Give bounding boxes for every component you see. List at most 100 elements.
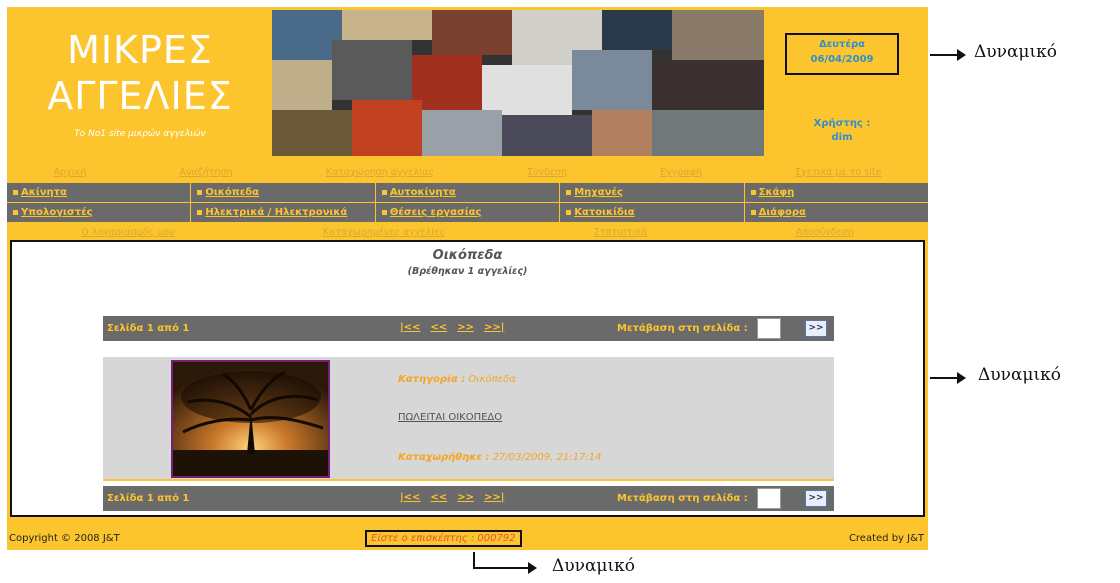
category-motorbikes[interactable]: Μηχανές (560, 183, 744, 202)
category-pets[interactable]: Κατοικίδια (560, 203, 744, 222)
site-frame: ΜΙΚΡΕΣ ΑΓΓΕΛΙΕΣ Το No1 site μικρών αγγελ… (7, 7, 929, 550)
pager-top: Σελίδα 1 από 1 |<< << >> >>| Μετάβαση στ… (103, 316, 834, 341)
nav-search[interactable]: Αναζήτηση (180, 167, 233, 178)
category-label: Θέσεις εργασίας (389, 207, 482, 218)
bullet-icon (13, 210, 18, 215)
prev-page-link[interactable]: << (430, 492, 447, 503)
category-boats[interactable]: Σκάφη (744, 183, 929, 202)
site-logo[interactable]: ΜΙΚΡΕΣ ΑΓΓΕΛΙΕΣ Το No1 site μικρών αγγελ… (25, 27, 255, 139)
annotation-top: Δυναμικό (974, 42, 1057, 62)
bullet-icon (381, 210, 387, 215)
visitor-counter: Είστε ο επισκέπτης : 000792 (365, 530, 522, 547)
logo-line1: ΜΙΚΡΕΣ (67, 28, 213, 72)
category-real-estate[interactable]: Ακίνητα (7, 183, 191, 202)
ad-listing: Κατηγορία : Οικόπεδα ΠΩΛΕΙΤΑΙ ΟΙΚΟΠΕΔΟ Κ… (103, 357, 834, 481)
category-misc[interactable]: Διάφορα (744, 203, 929, 222)
category-label-text: Κατηγορία : (398, 374, 466, 385)
nav-my-ads[interactable]: Καταχωρημένες αγγελίες (323, 227, 445, 238)
goto-page-input[interactable] (757, 318, 781, 339)
nav-home[interactable]: Αρχική (54, 167, 87, 178)
category-land[interactable]: Οικόπεδα (191, 183, 375, 202)
goto-page-button[interactable]: >> (805, 490, 827, 507)
category-cars[interactable]: Αυτοκίνητα (375, 183, 560, 202)
date-label: 06/04/2009 (810, 54, 874, 65)
bullet-icon (197, 190, 203, 195)
created-by-text: Created by J&T (848, 533, 924, 544)
tree-sunset-image (173, 362, 328, 476)
header-collage-image (272, 10, 764, 156)
posted-label: Καταχωρήθηκε : (398, 452, 490, 463)
goto-page-button[interactable]: >> (805, 320, 827, 337)
last-page-link[interactable]: >>| (484, 322, 504, 333)
category-label: Κατοικίδια (574, 207, 635, 218)
bullet-icon (750, 190, 756, 195)
nav-login[interactable]: Σύνδεση (527, 167, 567, 178)
annotation-arrow-icon (930, 49, 966, 61)
category-electronics[interactable]: Ηλεκτρικά / Ηλεκτρονικά (191, 203, 375, 222)
annotation-middle: Δυναμικό (978, 365, 1061, 385)
user-display: Χρήστης : dim (787, 117, 897, 145)
category-label: Σκάφη (758, 187, 795, 198)
nav-my-account[interactable]: Ο λογαριασμός μου (81, 227, 174, 238)
main-content: Οικόπεδα (Βρέθηκαν 1 αγγελίες) Σελίδα 1 … (10, 240, 925, 517)
category-label: Διάφορα (758, 207, 806, 218)
goto-page-label: Μετάβαση στη σελίδα : (617, 493, 748, 504)
bullet-icon (566, 210, 572, 215)
annotation-arrow-icon (930, 372, 966, 384)
category-label: Υπολογιστές (21, 207, 93, 218)
first-page-link[interactable]: |<< (400, 492, 420, 503)
category-label: Αυτοκίνητα (389, 187, 456, 198)
category-jobs[interactable]: Θέσεις εργασίας (375, 203, 560, 222)
nav-about[interactable]: Σχετικά με το site (795, 167, 881, 178)
copyright-text: Copyright © 2008 J&T (9, 533, 120, 544)
last-page-link[interactable]: >>| (484, 492, 504, 503)
annotation-arrow-icon (473, 562, 537, 574)
goto-page-input[interactable] (757, 488, 781, 509)
day-label: Δευτέρα (818, 39, 866, 50)
ad-category: Κατηγορία : Οικόπεδα (398, 374, 516, 385)
date-display: Δευτέρα 06/04/2009 (785, 33, 899, 75)
account-nav: Ο λογαριασμός μου Καταχωρημένες αγγελίες… (7, 225, 928, 239)
category-label: Οικόπεδα (205, 187, 259, 198)
slogan: Το No1 site μικρών αγγελιών (74, 129, 206, 139)
results-count: (Βρέθηκαν 1 αγγελίες) (407, 266, 528, 277)
next-page-link[interactable]: >> (457, 322, 474, 333)
ad-title-link[interactable]: ΠΩΛΕΙΤΑΙ ΟΙΚΟΠΕΔΟ (398, 412, 502, 423)
posted-value: 27/03/2009, 21:17:14 (492, 452, 602, 463)
nav-register[interactable]: Εγγραφή (660, 167, 702, 178)
category-menu: Ακίνητα Οικόπεδα Αυτοκίνητα Μηχανές Σκάφ… (7, 183, 929, 223)
next-page-link[interactable]: >> (457, 492, 474, 503)
ad-photo[interactable] (171, 360, 330, 478)
page-indicator: Σελίδα 1 από 1 (107, 493, 190, 504)
bullet-icon (566, 190, 572, 195)
header: ΜΙΚΡΕΣ ΑΓΓΕΛΙΕΣ Το No1 site μικρών αγγελ… (7, 7, 928, 159)
prev-page-link[interactable]: << (430, 322, 447, 333)
nav-logout[interactable]: Αποσύνδεση (796, 227, 854, 238)
goto-page-label: Μετάβαση στη σελίδα : (617, 323, 748, 334)
ad-posted: Καταχωρήθηκε : 27/03/2009, 21:17:14 (398, 452, 602, 463)
pager-links: |<< << >> >>| (400, 322, 504, 333)
category-label: Ηλεκτρικά / Ηλεκτρονικά (205, 207, 348, 218)
page-title: Οικόπεδα (432, 248, 503, 263)
category-row: Υπολογιστές Ηλεκτρικά / Ηλεκτρονικά Θέσε… (7, 203, 929, 222)
pager-links: |<< << >> >>| (400, 492, 504, 503)
category-label: Μηχανές (574, 187, 623, 198)
top-nav: Αρχική Αναζήτηση Καταχώρηση αγγελίας Σύν… (7, 164, 928, 180)
category-row: Ακίνητα Οικόπεδα Αυτοκίνητα Μηχανές Σκάφ… (7, 183, 929, 202)
annotation-connector (473, 552, 475, 568)
footer: Copyright © 2008 J&T Είστε ο επισκέπτης … (7, 527, 928, 550)
user-label: Χρήστης : (813, 118, 871, 129)
bullet-icon (750, 210, 756, 215)
bullet-icon (381, 190, 387, 195)
nav-statistics[interactable]: Στατιστικά (594, 227, 648, 238)
nav-post-ad[interactable]: Καταχώρηση αγγελίας (326, 167, 434, 178)
first-page-link[interactable]: |<< (400, 322, 420, 333)
category-label: Ακίνητα (21, 187, 67, 198)
user-name: dim (831, 132, 853, 143)
bullet-icon (13, 190, 18, 195)
bullet-icon (197, 210, 203, 215)
page-indicator: Σελίδα 1 από 1 (107, 323, 190, 334)
category-computers[interactable]: Υπολογιστές (7, 203, 191, 222)
logo-line2: ΑΓΓΕΛΙΕΣ (47, 74, 233, 118)
pager-bottom: Σελίδα 1 από 1 |<< << >> >>| Μετάβαση στ… (103, 486, 834, 511)
